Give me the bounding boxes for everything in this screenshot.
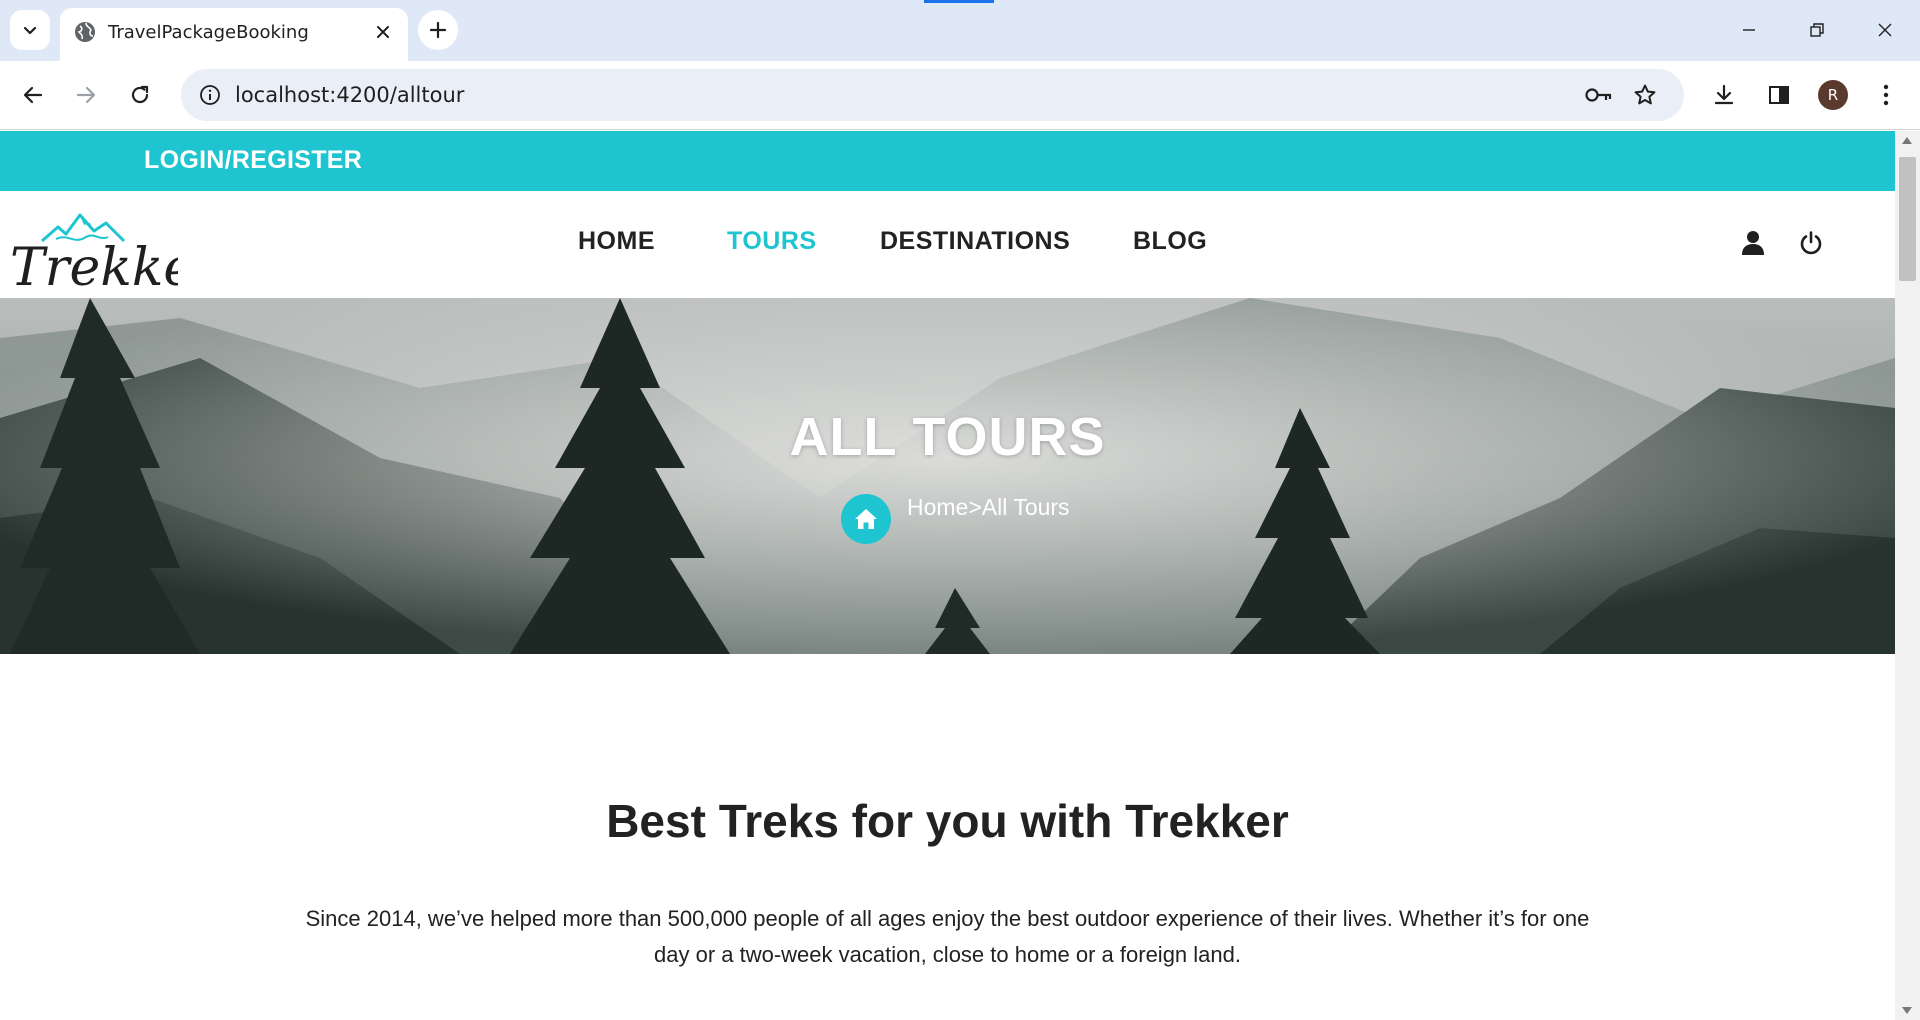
- side-panel-icon: [1769, 86, 1789, 104]
- key-icon: [1585, 88, 1612, 102]
- arrow-right-icon: [76, 86, 96, 104]
- minimize-icon: [1743, 29, 1755, 31]
- nav-tours[interactable]: TOURS: [727, 227, 817, 256]
- url-text[interactable]: localhost:4200/alltour: [235, 83, 464, 107]
- site-top-bar: LOGIN/REGISTER: [0, 131, 1895, 191]
- star-icon: [1634, 84, 1656, 105]
- page-scrollbar[interactable]: [1895, 131, 1920, 1020]
- arrow-left-icon: [23, 86, 43, 104]
- nav-blog[interactable]: BLOG: [1133, 227, 1207, 256]
- misty-forest-background: [0, 298, 1895, 654]
- address-bar[interactable]: localhost:4200/alltour: [181, 69, 1684, 121]
- scroll-up-arrow[interactable]: [1902, 137, 1912, 144]
- site-info-button[interactable]: [197, 82, 223, 108]
- close-icon: [1878, 23, 1892, 37]
- chevron-down-icon: [23, 26, 37, 35]
- site-navbar: Trekker HOME TOURS DESTINATIONS BLOG: [0, 191, 1895, 298]
- hero-banner: ALL TOURS Home>All Tours: [0, 298, 1895, 654]
- trekker-logo[interactable]: Trekker: [8, 201, 178, 291]
- breadcrumb[interactable]: Home>All Tours: [907, 494, 1070, 521]
- nav-destinations[interactable]: DESTINATIONS: [880, 227, 1070, 256]
- login-register-link[interactable]: LOGIN/REGISTER: [144, 146, 362, 175]
- close-tab-button[interactable]: [372, 21, 394, 43]
- minimize-button[interactable]: [1726, 10, 1772, 50]
- browser-tab-bar: TravelPackageBooking: [0, 0, 1920, 61]
- tab-search-button[interactable]: [10, 10, 50, 50]
- logout-button[interactable]: [1796, 228, 1826, 258]
- download-icon: [1714, 84, 1734, 105]
- back-button[interactable]: [14, 76, 52, 114]
- new-tab-button[interactable]: [418, 10, 458, 50]
- user-icon: [1742, 231, 1764, 255]
- close-icon: [377, 26, 389, 38]
- bookmark-button[interactable]: [1631, 81, 1659, 109]
- scroll-down-arrow[interactable]: [1902, 1007, 1912, 1014]
- side-panel-button[interactable]: [1760, 76, 1798, 114]
- tab-title: TravelPackageBooking: [108, 22, 309, 43]
- reload-button[interactable]: [121, 76, 159, 114]
- logo-wordmark: Trekker: [10, 238, 178, 291]
- scrollbar-thumb[interactable]: [1899, 157, 1916, 281]
- home-icon: [855, 509, 877, 529]
- profile-avatar[interactable]: R: [1818, 80, 1848, 110]
- reload-icon: [131, 85, 149, 104]
- password-manager-button[interactable]: [1584, 82, 1614, 108]
- close-window-button[interactable]: [1862, 10, 1908, 50]
- user-account-button[interactable]: [1738, 228, 1768, 258]
- plus-icon: [429, 21, 447, 39]
- forward-button[interactable]: [67, 76, 105, 114]
- more-vertical-icon: [1883, 84, 1889, 106]
- nav-home[interactable]: HOME: [578, 227, 655, 256]
- restore-button[interactable]: [1794, 10, 1840, 50]
- browser-toolbar: localhost:4200/alltour: [0, 61, 1920, 130]
- page-viewport: LOGIN/REGISTER Trekker HOME TOURS DESTIN…: [0, 131, 1895, 1020]
- downloads-button[interactable]: [1705, 76, 1743, 114]
- info-icon: [200, 85, 220, 105]
- breadcrumb-home-button[interactable]: [841, 494, 891, 544]
- chrome-menu-button[interactable]: [1867, 76, 1905, 114]
- globe-icon: [75, 22, 95, 42]
- tab-strip-accent: [924, 0, 994, 3]
- power-icon: [1800, 231, 1822, 255]
- section-title: Best Treks for you with Trekker: [606, 795, 1289, 847]
- restore-icon: [1810, 23, 1824, 37]
- page-title: ALL TOURS: [789, 407, 1106, 467]
- section-description: Since 2014, we’ve helped more than 500,0…: [305, 906, 1590, 967]
- browser-tab[interactable]: TravelPackageBooking: [60, 8, 408, 61]
